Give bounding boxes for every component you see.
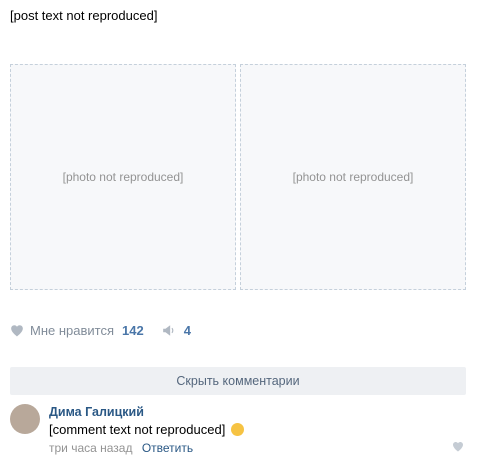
hide-comments-button[interactable]: Скрыть комментарии: [10, 367, 466, 395]
reply-link[interactable]: Ответить: [142, 441, 193, 455]
comment-meta: три часа назад Ответить: [49, 441, 244, 455]
comment-like-button[interactable]: [452, 440, 464, 455]
comment-text-content: [comment text not reproduced]: [49, 422, 226, 437]
comment-author[interactable]: Дима Галицкий: [49, 405, 244, 419]
photo-placeholder-label: [photo not reproduced]: [292, 170, 414, 184]
post-text-line: [post text not reproduced]: [10, 8, 158, 23]
megaphone-icon: [162, 325, 174, 336]
post-photo[interactable]: [photo not reproduced]: [10, 64, 236, 290]
heart-icon: [11, 325, 23, 337]
post-photo[interactable]: [photo not reproduced]: [240, 64, 466, 290]
smile-emoji-icon: [230, 423, 244, 436]
share-count: 4: [183, 323, 191, 338]
avatar[interactable]: [10, 404, 40, 434]
share-button[interactable]: 4: [162, 323, 191, 338]
like-button[interactable]: Мне нравится 142: [10, 323, 144, 338]
post-text: [post text not reproduced]: [10, 7, 470, 41]
post-actions: Мне нравится 142 4: [10, 323, 209, 338]
comment-text: [comment text not reproduced]: [49, 422, 244, 437]
like-count: 142: [122, 323, 144, 338]
photo-placeholder-label: [photo not reproduced]: [62, 170, 184, 184]
comment-body: Дима Галицкий [comment text not reproduc…: [49, 405, 244, 455]
comment-time: три часа назад: [49, 441, 133, 455]
like-label: Мне нравится: [30, 323, 115, 338]
heart-icon: [453, 442, 463, 452]
